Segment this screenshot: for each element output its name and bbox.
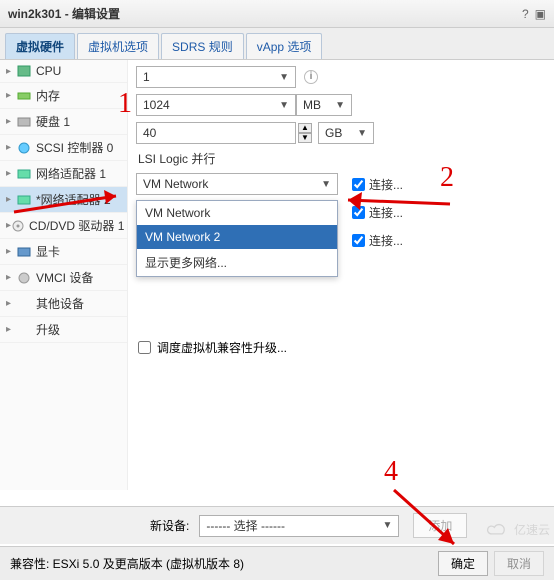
hardware-sidebar: ▸ CPU ▸ 内存 ▸ 硬盘 1 ▸ SCSI 控制器 0 ▸ 网络适配器 1… [0, 60, 128, 490]
chevron-down-icon: ▼ [279, 72, 289, 83]
disk-input[interactable]: 40 [136, 122, 296, 144]
expand-icon[interactable]: ▣ [535, 7, 546, 21]
new-device-label: 新设备: [150, 517, 189, 534]
compat-text: 兼容性: ESXi 5.0 及更高版本 (虚拟机版本 8) [10, 555, 244, 572]
info-icon[interactable]: i [304, 70, 318, 84]
chevron-down-icon: ▼ [382, 520, 392, 531]
tab-sdrs-rules[interactable]: SDRS 规则 [161, 33, 244, 59]
upgrade-label: 调度虚拟机兼容性升级... [157, 339, 287, 356]
scsi-icon [16, 141, 32, 155]
upgrade-checkbox[interactable] [138, 341, 151, 354]
new-device-bar: 新设备: ------ 选择 ------▼ 添加 [0, 506, 554, 544]
connect-label: 连接... [369, 176, 403, 193]
chevron-down-icon: ▼ [335, 100, 345, 111]
tab-vm-options[interactable]: 虚拟机选项 [77, 33, 159, 59]
new-device-select[interactable]: ------ 选择 ------▼ [199, 515, 399, 537]
nic2-connect-checkbox[interactable] [352, 206, 365, 219]
hw-item-cpu[interactable]: ▸ CPU [0, 60, 127, 83]
chevron-down-icon: ▼ [279, 100, 289, 111]
chevron-down-icon: ▼ [321, 179, 331, 190]
cddvd-connect-checkbox[interactable] [352, 234, 365, 247]
window-title: win2k301 - 编辑设置 [8, 5, 120, 22]
memory-icon [16, 89, 32, 103]
disk-icon [16, 115, 32, 129]
add-button: 添加 [413, 513, 467, 538]
nic2-dropdown-panel: VM Network VM Network 2 显示更多网络... [136, 200, 338, 277]
dropdown-option-selected[interactable]: VM Network 2 [137, 225, 337, 249]
tab-vapp-options[interactable]: vApp 选项 [246, 33, 323, 59]
hw-item-disk[interactable]: ▸ 硬盘 1 [0, 109, 127, 135]
chevron-right-icon: ▸ [6, 298, 16, 309]
chevron-right-icon: ▸ [6, 168, 16, 179]
hw-item-vmci[interactable]: ▸ VMCI 设备 [0, 265, 127, 291]
nic-icon [16, 167, 32, 181]
help-icon[interactable]: ? [522, 7, 529, 21]
dropdown-option-more[interactable]: 显示更多网络... [137, 249, 337, 276]
chevron-right-icon: ▸ [6, 324, 16, 335]
titlebar: win2k301 - 编辑设置 ? ▣ [0, 0, 554, 28]
hw-item-cddvd[interactable]: ▸ CD/DVD 驱动器 1 [0, 213, 127, 239]
stepper-down-icon: ▼ [298, 133, 312, 143]
chevron-right-icon: ▸ [6, 142, 16, 153]
ok-button[interactable]: 确定 [438, 551, 488, 576]
hw-item-other[interactable]: ▸ 其他设备 [0, 291, 127, 317]
cancel-button[interactable]: 取消 [494, 551, 544, 576]
chevron-right-icon: ▸ [6, 90, 16, 101]
stepper-up-icon: ▲ [298, 123, 312, 133]
memory-input[interactable]: 1024▼ [136, 94, 296, 116]
hw-item-video[interactable]: ▸ 显卡 [0, 239, 127, 265]
hw-item-upgrade[interactable]: ▸ 升级 [0, 317, 127, 343]
chevron-down-icon: ▼ [357, 128, 367, 139]
disk-unit-select[interactable]: GB▼ [318, 122, 374, 144]
cpu-select[interactable]: 1▼ [136, 66, 296, 88]
nic1-connect-checkbox[interactable] [352, 178, 365, 191]
video-icon [16, 245, 32, 259]
cddvd-icon [11, 219, 25, 233]
compat-bar: 兼容性: ESXi 5.0 及更高版本 (虚拟机版本 8) 确定 取消 [0, 546, 554, 580]
tab-bar: 虚拟硬件 虚拟机选项 SDRS 规则 vApp 选项 [0, 28, 554, 60]
chevron-right-icon: ▸ [6, 116, 16, 127]
disk-stepper[interactable]: ▲▼ [298, 123, 312, 143]
connect-label: 连接... [369, 232, 403, 249]
vmci-icon [16, 271, 32, 285]
tab-virtual-hardware[interactable]: 虚拟硬件 [5, 33, 75, 59]
chevron-right-icon: ▸ [6, 272, 16, 283]
connect-label: 连接... [369, 204, 403, 221]
scsi-text: LSI Logic 并行 [136, 148, 554, 171]
dropdown-option[interactable]: VM Network [137, 201, 337, 225]
nic1-select[interactable]: VM Network▼ [136, 173, 338, 195]
hw-item-nic1[interactable]: ▸ 网络适配器 1 [0, 161, 127, 187]
memory-unit-select[interactable]: MB▼ [296, 94, 352, 116]
hw-item-nic2[interactable]: ▸ *网络适配器 2 [0, 187, 127, 213]
hw-item-memory[interactable]: ▸ 内存 [0, 83, 127, 109]
hw-item-scsi[interactable]: ▸ SCSI 控制器 0 [0, 135, 127, 161]
chevron-right-icon: ▸ [6, 194, 16, 205]
cpu-icon [16, 64, 32, 78]
nic-icon [16, 193, 32, 207]
chevron-right-icon: ▸ [6, 246, 16, 257]
chevron-right-icon: ▸ [6, 66, 16, 77]
